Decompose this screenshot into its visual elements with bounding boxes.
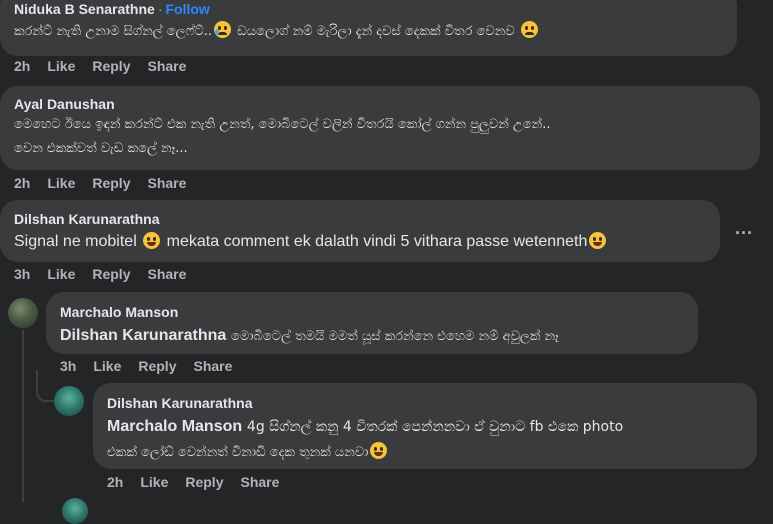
share-button[interactable]: Share <box>240 474 279 490</box>
laughing-emoji-icon <box>370 442 388 459</box>
avatar[interactable] <box>8 298 38 328</box>
reply-text-line: එකක් ලෝඩ් වෙන්නත් විනාඩි දෙක තුනක් යනවා <box>107 445 369 460</box>
comment-bubble: Niduka B Senarathne · Follow කරන්ට් නැති උ… <box>0 0 737 56</box>
reply-button[interactable]: Reply <box>92 266 130 282</box>
share-button[interactable]: Share <box>193 358 232 374</box>
more-options-icon[interactable]: ... <box>735 218 753 239</box>
mention-link[interactable]: Marchalo Manson <box>107 418 242 435</box>
share-button[interactable]: Share <box>147 175 186 191</box>
comment-text: Signal ne mobitel mekata comment ek dala… <box>14 232 708 252</box>
reply-button[interactable]: Reply <box>92 175 130 191</box>
like-button[interactable]: Like <box>47 58 75 74</box>
comment-text-part: කරන්ට් නැති උනාම සිග්නල් ලෙෆ්ට්.. <box>14 24 212 39</box>
comment-time[interactable]: 2h <box>14 175 30 191</box>
mention-link[interactable]: Dilshan Karunarathna <box>60 327 226 344</box>
reply-button[interactable]: Reply <box>92 58 130 74</box>
comment-actions: 3h Like Reply Share <box>14 266 186 282</box>
comment-text: කරන්ට් නැති උනාම සිග්නල් ලෙෆ්ට්.. ඩයලොග්… <box>14 18 725 46</box>
reply-button[interactable]: Reply <box>185 474 223 490</box>
reply-actions: 3h Like Reply Share <box>60 358 232 374</box>
comment-bubble: Dilshan Karunarathna Signal ne mobitel m… <box>0 200 720 262</box>
sad-face-emoji-icon <box>520 21 538 38</box>
reply-author[interactable]: Dilshan Karunarathna <box>107 394 745 412</box>
share-button[interactable]: Share <box>147 266 186 282</box>
comment-text: මෙහෙට ඊයෙ ඉඳන් කරන්ට් එක නැති උනත්, මොබි… <box>14 111 748 163</box>
comment-actions: 2h Like Reply Share <box>14 175 186 191</box>
comment-text-part: mekata comment ek dalath vindi 5 vithara… <box>166 233 588 250</box>
reply-bubble: Dilshan Karunarathna Marchalo Manson 4g … <box>93 383 757 469</box>
reply-time[interactable]: 3h <box>60 358 76 374</box>
reply-text-line: 4g සිග්නල් කනු 4 විතරක් පෙන්නනවා ඒ වුනාට… <box>246 419 624 435</box>
avatar[interactable] <box>54 386 84 416</box>
reply-author[interactable]: Marchalo Manson <box>60 303 686 321</box>
like-button[interactable]: Like <box>93 358 121 374</box>
comment-text-line: වෙන එකක්වත් වැඩ කලේ නෑ... <box>14 141 188 156</box>
like-button[interactable]: Like <box>47 175 75 191</box>
like-button[interactable]: Like <box>47 266 75 282</box>
thread-connector <box>36 370 56 402</box>
laughing-emoji-icon <box>143 232 161 249</box>
comment-time[interactable]: 2h <box>14 58 30 74</box>
sad-tear-emoji-icon <box>213 21 231 38</box>
comment-text-part: ඩයලොග් නම් මැරිලා දැන් දවස් දෙකක් විතර ව… <box>232 24 515 39</box>
reply-bubble: Marchalo Manson Dilshan Karunarathna මොබ… <box>46 292 698 354</box>
comment-bubble: Ayal Danushan මෙහෙට ඊයෙ ඉඳන් කරන්ට් එක න… <box>0 86 760 170</box>
comment-time[interactable]: 3h <box>14 266 30 282</box>
follow-button[interactable]: Follow <box>166 1 210 17</box>
comment-author[interactable]: Dilshan Karunarathna <box>14 210 708 228</box>
reply-time[interactable]: 2h <box>107 474 123 490</box>
comment-text-part: Signal ne mobitel <box>14 233 137 250</box>
reply-text: Dilshan Karunarathna මොබිටෙල් තමයි මමත් … <box>60 325 686 347</box>
reply-button[interactable]: Reply <box>138 358 176 374</box>
reply-actions: 2h Like Reply Share <box>107 474 279 490</box>
reply-text: Marchalo Manson 4g සිග්නල් කනු 4 විතරක් … <box>107 416 745 463</box>
separator-dot: · <box>157 1 163 17</box>
comment-actions: 2h Like Reply Share <box>14 58 186 74</box>
laughing-emoji-icon <box>589 232 607 249</box>
comment-author-line: Niduka B Senarathne · Follow <box>14 0 725 18</box>
thread-line <box>22 330 24 502</box>
comment-author[interactable]: Niduka B Senarathne <box>14 1 155 17</box>
share-button[interactable]: Share <box>147 58 186 74</box>
like-button[interactable]: Like <box>140 474 168 490</box>
reply-text-part: මොබිටෙල් තමයි මමත් යූස් කරන්නෙ එහෙම නම් … <box>231 329 559 344</box>
